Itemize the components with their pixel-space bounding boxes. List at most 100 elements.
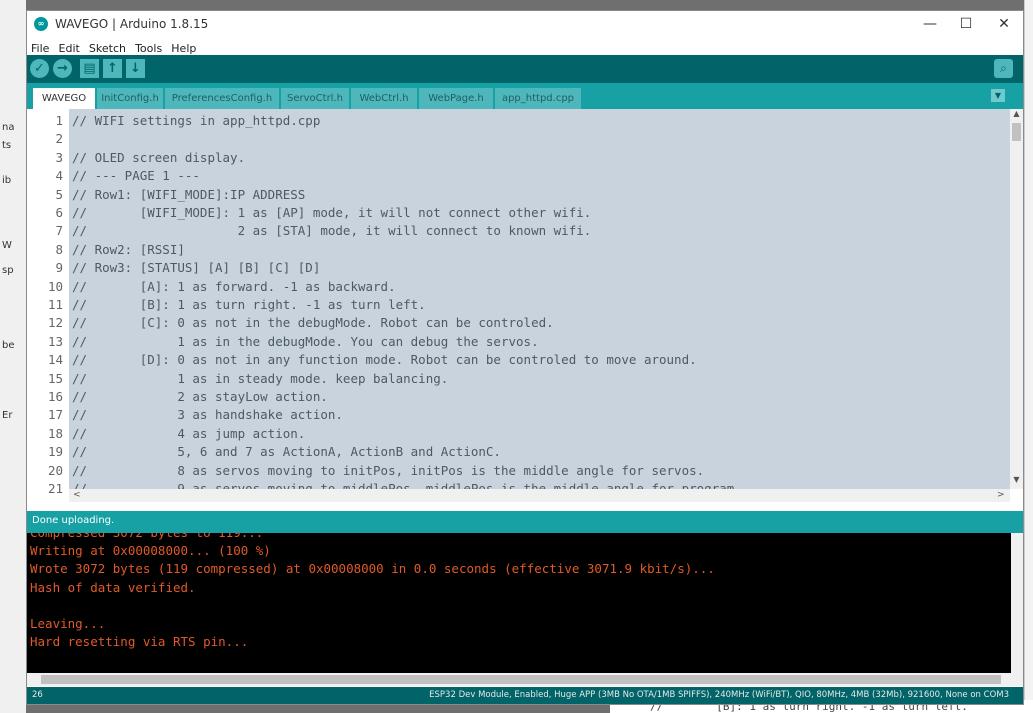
line-number: 20 [47, 462, 63, 478]
background-fragment: Er [2, 410, 13, 421]
code-line: // Row3: [STATUS] [A] [B] [C] [D] [72, 260, 321, 276]
close-button[interactable]: ✕ [989, 15, 1019, 33]
background-fragment: ib [2, 175, 12, 186]
new-sketch-button[interactable]: ▤ [80, 59, 99, 78]
code-line: // 8 as servos moving to initPos, initPo… [72, 462, 705, 478]
code-line: // [B]: 1 as turn right. -1 as turn left… [72, 297, 426, 312]
console-line: Wrote 3072 bytes (119 compressed) at 0x0… [30, 561, 715, 577]
maximize-button[interactable]: ☐ [951, 15, 981, 33]
upload-button[interactable]: → [53, 59, 72, 78]
line-number: 6 [55, 205, 63, 220]
title-bar: ∞ WAVEGO | Arduino 1.8.15 — ☐ ✕ [27, 11, 1023, 37]
background-desktop-right [1024, 0, 1033, 713]
line-number: 8 [55, 241, 63, 257]
code-line: // 3 as handshake action. [72, 407, 343, 423]
output-console[interactable]: Compressed 3072 bytes to 119... Writing a… [27, 533, 1011, 673]
console-line: Hard resetting via RTS pin... [30, 634, 249, 650]
background-fragment: na [2, 122, 15, 133]
console-line: Leaving... [30, 616, 106, 631]
message-area: Done uploading. [27, 511, 1023, 533]
line-number: 13 [47, 333, 63, 349]
line-number: 5 [55, 186, 63, 202]
tab-app-httpd[interactable]: app_httpd.cpp [495, 88, 581, 109]
background-fragment: W [2, 240, 12, 251]
verify-button[interactable]: ✓ [30, 59, 49, 78]
tab-menu-dropdown-icon[interactable]: ▼ [991, 89, 1005, 102]
arrow-up-icon: ↑ [107, 61, 118, 76]
toolbar: ✓ → ▤ ↑ ↓ ⌕ [27, 55, 1023, 83]
background-fragment: be [2, 340, 15, 351]
tab-preferencesconfig[interactable]: PreferencesConfig.h [165, 88, 279, 109]
minimize-button[interactable]: — [915, 15, 945, 33]
line-number: 16 [47, 389, 63, 404]
arrow-right-icon: → [57, 61, 68, 76]
line-number: 18 [47, 425, 63, 441]
background-desktop-left: na ts ib W sp be Er [0, 0, 26, 713]
line-number: 11 [47, 297, 63, 312]
code-line: // 4 as jump action. [72, 425, 306, 441]
code-line: // Row2: [RSSI] [72, 241, 185, 257]
line-number: 12 [47, 315, 63, 331]
console-line: Hash of data verified. [30, 579, 196, 595]
scroll-down-icon[interactable]: ▼ [1010, 475, 1023, 484]
tab-servoctrl[interactable]: ServoCtrl.h [281, 88, 349, 109]
line-number: 1 [55, 113, 63, 128]
menu-bar: File Edit Sketch Tools Help [27, 37, 1023, 55]
editor-vertical-scrollbar[interactable]: ▲ ▼ [1010, 109, 1023, 489]
code-line: // 2 as [STA] mode, it will connect to k… [72, 223, 592, 239]
code-line: // [A]: 1 as forward. -1 as backward. [72, 278, 396, 294]
code-editor[interactable]: 1 2 3 4 5 6 7 8 9 10 11 12 13 14 15 16 17 18 19 20 21 // WIF… [27, 109, 1023, 496]
arrow-down-icon: ↓ [130, 61, 141, 76]
code-line: // 5, 6 and 7 as ActionA, ActionB and Ac… [72, 444, 501, 460]
background-fragment: sp [2, 265, 14, 276]
magnifier-icon: ⌕ [1000, 61, 1007, 75]
cursor-line-number: 26 [32, 690, 43, 700]
board-info: ESP32 Dev Module, Enabled, Huge APP (3MB… [429, 690, 1009, 700]
tab-initconfig[interactable]: InitConfig.h [97, 88, 163, 109]
code-line: // [WIFI_MODE]: 1 as [AP] mode, it will … [72, 205, 592, 220]
arduino-infinity-icon: ∞ [34, 17, 48, 31]
arduino-ide-window: ∞ WAVEGO | Arduino 1.8.15 — ☐ ✕ File Edi… [26, 10, 1024, 705]
save-sketch-button[interactable]: ↓ [126, 59, 145, 78]
console-line: Writing at 0x00008000... (100 %) [30, 543, 271, 559]
line-number: 3 [55, 149, 63, 165]
scroll-left-icon[interactable]: < [73, 489, 81, 502]
scroll-up-icon[interactable]: ▲ [1010, 109, 1023, 118]
line-number: 2 [55, 131, 63, 147]
new-file-icon: ▤ [83, 61, 96, 76]
line-number: 19 [47, 444, 63, 460]
bottom-status-bar: 26 ESP32 Dev Module, Enabled, Huge APP (… [27, 687, 1023, 704]
line-number: 9 [55, 260, 63, 276]
scroll-thumb[interactable] [41, 675, 1001, 684]
line-number: 7 [55, 223, 63, 239]
code-line: // 1 as in steady mode. keep balancing. [72, 370, 449, 386]
scroll-thumb[interactable] [1012, 123, 1021, 141]
line-number: 15 [47, 370, 63, 386]
tab-wavego[interactable]: WAVEGO [33, 88, 95, 109]
code-line: // WIFI settings in app_httpd.cpp [72, 113, 321, 128]
status-message: Done uploading. [32, 515, 115, 526]
background-fragment: ts [2, 140, 12, 151]
window-title: WAVEGO | Arduino 1.8.15 [55, 17, 209, 31]
scroll-right-icon[interactable]: > [997, 489, 1005, 502]
code-line: // 9 as servos moving to middlePos, midd… [72, 481, 742, 489]
line-number: 10 [47, 278, 63, 294]
editor-horizontal-scrollbar[interactable]: < > [69, 489, 1010, 502]
line-number: 14 [47, 352, 63, 368]
code-line: // Row1: [WIFI_MODE]:IP ADDRESS [72, 186, 306, 202]
code-line: // [D]: 0 as not in any function mode. R… [72, 352, 697, 368]
serial-monitor-button[interactable]: ⌕ [994, 59, 1013, 78]
code-line: // [C]: 0 as not in the debugMode. Robot… [72, 315, 554, 331]
console-horizontal-scrollbar[interactable] [27, 673, 1023, 686]
code-line: // OLED screen display. [72, 149, 246, 165]
line-number: 17 [47, 407, 63, 423]
code-line: // 1 as in the debugMode. You can debug … [72, 333, 539, 349]
tab-webpage[interactable]: WebPage.h [419, 88, 493, 109]
open-sketch-button[interactable]: ↑ [103, 59, 122, 78]
line-number-gutter: 1 2 3 4 5 6 7 8 9 10 11 12 13 14 15 16 17 18 19 20 21 [27, 109, 69, 496]
code-text-area[interactable]: // WIFI settings in app_httpd.cpp // OLED… [69, 109, 1010, 489]
line-number: 4 [55, 168, 63, 184]
console-vertical-scrollbar[interactable] [1011, 533, 1023, 673]
code-line: // 2 as stayLow action. [72, 389, 328, 404]
tab-webctrl[interactable]: WebCtrl.h [351, 88, 417, 109]
